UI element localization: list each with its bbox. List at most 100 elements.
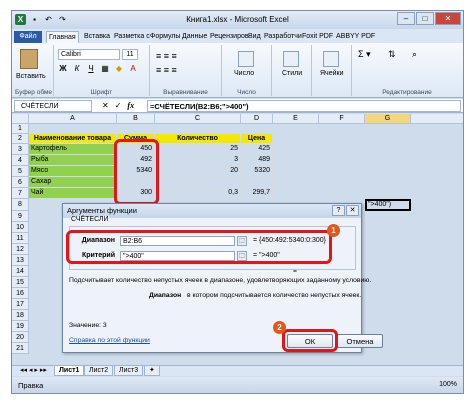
row-header[interactable]: 10 (12, 222, 29, 233)
column-header[interactable]: A (29, 114, 117, 124)
table-header-cell[interactable]: Наименование товара (29, 134, 117, 144)
close-dialog-icon[interactable]: ✕ (346, 205, 359, 216)
sheet-tab[interactable]: Лист3 (114, 366, 144, 376)
underline-icon[interactable]: Ч (86, 64, 96, 73)
formula-input[interactable]: =СЧЁТЕСЛИ(B2:B6;">400") (147, 100, 461, 112)
row-header[interactable]: 2 (12, 134, 29, 144)
row-header[interactable]: 1 (12, 124, 29, 134)
row-header[interactable]: 20 (12, 332, 29, 343)
tab-home[interactable]: Главная (46, 31, 79, 43)
tab-data[interactable]: Данные (180, 31, 209, 43)
row-header[interactable]: 19 (12, 321, 29, 332)
align-lines-icon[interactable]: ≡ ≡ ≡ (156, 51, 177, 61)
row-header[interactable]: 15 (12, 277, 29, 288)
tab-file[interactable]: Файл (14, 31, 42, 43)
tab-foxit-pdf[interactable]: Foxit PDF (300, 31, 335, 43)
column-header[interactable]: C (155, 114, 241, 124)
close-icon[interactable]: ✕ (435, 12, 461, 25)
row-header[interactable]: 21 (12, 343, 29, 354)
tab-abbyy-pdf[interactable]: ABBYY PDF (334, 31, 377, 43)
number-button[interactable]: Число (234, 70, 254, 77)
sheet-tab[interactable]: Лист2 (84, 366, 114, 376)
find-icon[interactable]: ⌕ (412, 49, 417, 60)
row-header[interactable]: 3 (12, 144, 29, 155)
cancel-button[interactable]: Отмена (337, 334, 383, 348)
row-header[interactable]: 4 (12, 155, 29, 166)
table-cell[interactable]: 489 (241, 155, 273, 166)
paste-button[interactable]: Вставить (16, 73, 46, 80)
row-header[interactable]: 17 (12, 299, 29, 310)
autosum-icon[interactable]: Σ ▾ (358, 49, 371, 60)
column-header[interactable]: G (365, 114, 411, 124)
row-header[interactable]: 13 (12, 255, 29, 266)
table-cell[interactable]: 3 (155, 155, 241, 166)
sort-filter-icon[interactable]: ⇅ (388, 49, 396, 60)
fill-color-icon[interactable]: ◆ (114, 64, 124, 73)
table-cell[interactable]: 0,3 (155, 188, 241, 199)
italic-icon[interactable]: К (72, 64, 82, 73)
column-header[interactable]: E (273, 114, 319, 124)
table-cell[interactable] (241, 177, 273, 188)
insert-function-icon[interactable]: fx (127, 100, 134, 112)
column-header[interactable]: B (117, 114, 155, 124)
help-icon[interactable]: ? (332, 205, 345, 216)
row-header[interactable]: 16 (12, 288, 29, 299)
dialog-controls: ? ✕ (332, 205, 359, 216)
row-header[interactable]: 14 (12, 266, 29, 277)
align-center-icon[interactable]: ≡ ≡ ≡ (156, 65, 177, 75)
table-cell[interactable] (155, 177, 241, 188)
tab-page-layout[interactable]: Разметка с (112, 31, 152, 43)
row-header[interactable]: 6 (12, 177, 29, 188)
cells-button[interactable]: Ячейки (320, 70, 343, 77)
active-cell[interactable]: ">400") (365, 199, 411, 211)
tab-formulas[interactable]: Формулы (148, 31, 182, 43)
tab-developer[interactable]: Разработчи (262, 31, 304, 43)
minimize-icon[interactable]: – (397, 12, 415, 25)
row-header[interactable]: 18 (12, 310, 29, 321)
column-header[interactable]: D (241, 114, 273, 124)
cancel-icon[interactable]: ✕ (102, 100, 109, 112)
sheet-nav-icon[interactable]: ◂◂ ◂ ▸ ▸▸ (16, 366, 51, 376)
table-header-cell[interactable]: Количество (155, 134, 241, 144)
cells-icon[interactable] (323, 51, 339, 67)
table-cell[interactable]: Мясо (29, 166, 117, 177)
sheet-tab[interactable]: Лист1 (54, 366, 85, 376)
font-size-select[interactable]: 11 (122, 49, 138, 60)
tab-view[interactable]: Вид (246, 31, 263, 43)
new-sheet-icon[interactable]: ✦ (144, 366, 160, 376)
status-mode: Правка (18, 381, 44, 390)
table-cell[interactable]: Чай (29, 188, 117, 199)
help-link[interactable]: Справка по этой функции (69, 337, 150, 344)
percent-icon[interactable] (238, 51, 254, 67)
table-cell[interactable]: 25 (155, 144, 241, 155)
table-header-cell[interactable]: Цена (241, 134, 273, 144)
borders-icon[interactable]: ▦ (100, 64, 110, 73)
name-box[interactable]: СЧЁТЕСЛИ (14, 100, 92, 112)
select-all-corner[interactable] (12, 114, 29, 124)
paste-icon[interactable] (20, 49, 38, 69)
column-header[interactable]: F (319, 114, 365, 124)
table-cell[interactable]: 425 (241, 144, 273, 155)
row-header[interactable]: 7 (12, 188, 29, 199)
table-cell[interactable]: Картофель (29, 144, 117, 155)
bold-icon[interactable]: Ж (58, 64, 68, 73)
styles-icon[interactable] (283, 51, 299, 67)
font-color-icon[interactable]: A (128, 64, 138, 73)
confirm-icon[interactable]: ✓ (115, 100, 122, 112)
zoom-level[interactable]: 100% (439, 381, 457, 388)
styles-button[interactable]: Стили (282, 70, 302, 77)
table-cell[interactable]: 20 (155, 166, 241, 177)
table-cell[interactable]: Рыба (29, 155, 117, 166)
row-header[interactable]: 11 (12, 233, 29, 244)
font-name-select[interactable]: Calibri (58, 49, 120, 60)
row-header[interactable]: 8 (12, 199, 29, 211)
row-header[interactable]: 12 (12, 244, 29, 255)
table-cell[interactable]: 299,7 (241, 188, 273, 199)
row-header[interactable]: 9 (12, 211, 29, 222)
tab-insert[interactable]: Вставка (82, 31, 112, 43)
row-header[interactable]: 5 (12, 166, 29, 177)
maximize-icon[interactable]: □ (416, 12, 434, 25)
table-cell[interactable]: Сахар (29, 177, 117, 188)
table-cell[interactable]: 5320 (241, 166, 273, 177)
tab-review[interactable]: Рецензиров (208, 31, 251, 43)
